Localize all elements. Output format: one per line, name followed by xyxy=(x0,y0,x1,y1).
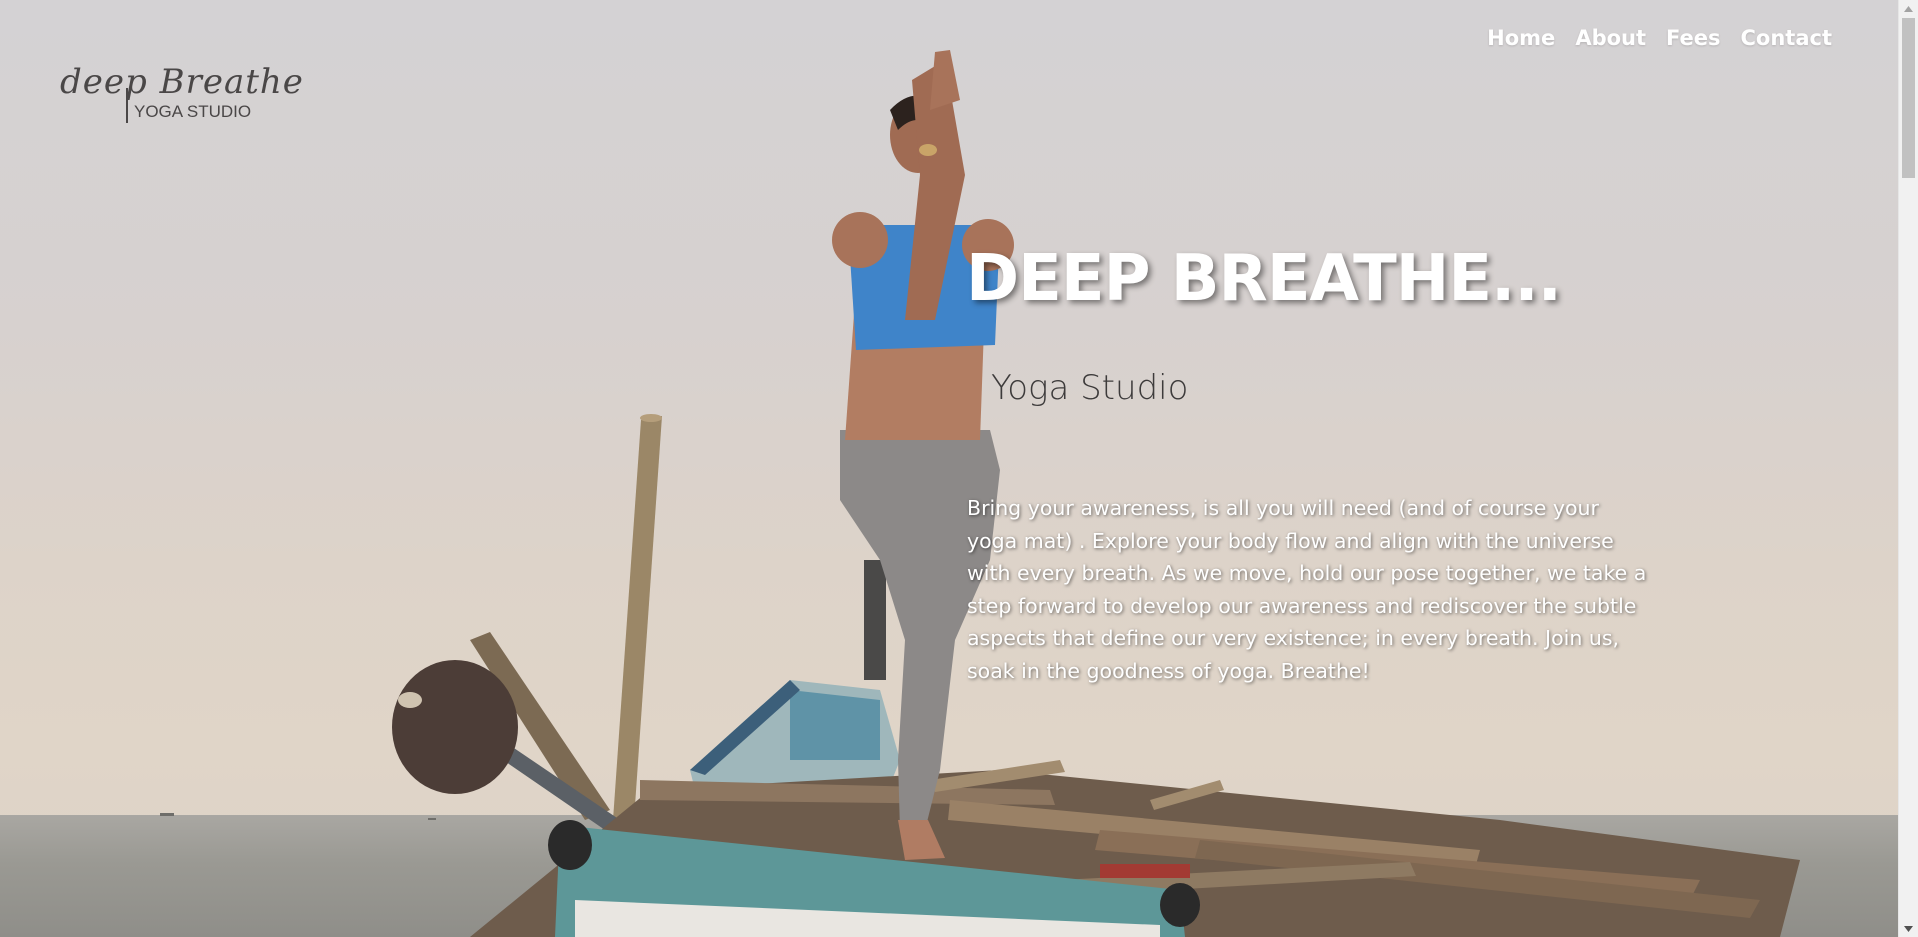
hero-description: Bring your awareness, is all you will ne… xyxy=(967,496,1647,683)
main-nav: Home About Fees Contact xyxy=(1487,26,1832,50)
page: deep Breathe YOGA STUDIO Home About Fees… xyxy=(0,0,1918,937)
hero-photo xyxy=(160,50,1800,937)
page-scrollbar[interactable] xyxy=(1898,0,1918,937)
nav-fees-link[interactable]: Fees xyxy=(1666,26,1720,50)
nav-contact-link[interactable]: Contact xyxy=(1741,26,1833,50)
logo-wordmark: deep Breathe xyxy=(60,62,304,102)
hero-background xyxy=(0,0,1898,937)
nav-home-link[interactable]: Home xyxy=(1487,26,1555,50)
logo-subtitle: YOGA STUDIO xyxy=(134,102,252,121)
scrollbar-thumb[interactable] xyxy=(1902,18,1915,178)
logo-divider xyxy=(126,88,128,123)
nav-about-link[interactable]: About xyxy=(1575,26,1646,50)
hero-subtitle: Yoga Studio xyxy=(991,368,1189,408)
scroll-down-arrow-icon[interactable] xyxy=(1899,920,1918,937)
logo[interactable]: deep Breathe YOGA STUDIO xyxy=(60,40,303,130)
scroll-up-arrow-icon[interactable] xyxy=(1899,0,1918,17)
hero-title: DEEP BREATHE... xyxy=(966,242,1562,316)
